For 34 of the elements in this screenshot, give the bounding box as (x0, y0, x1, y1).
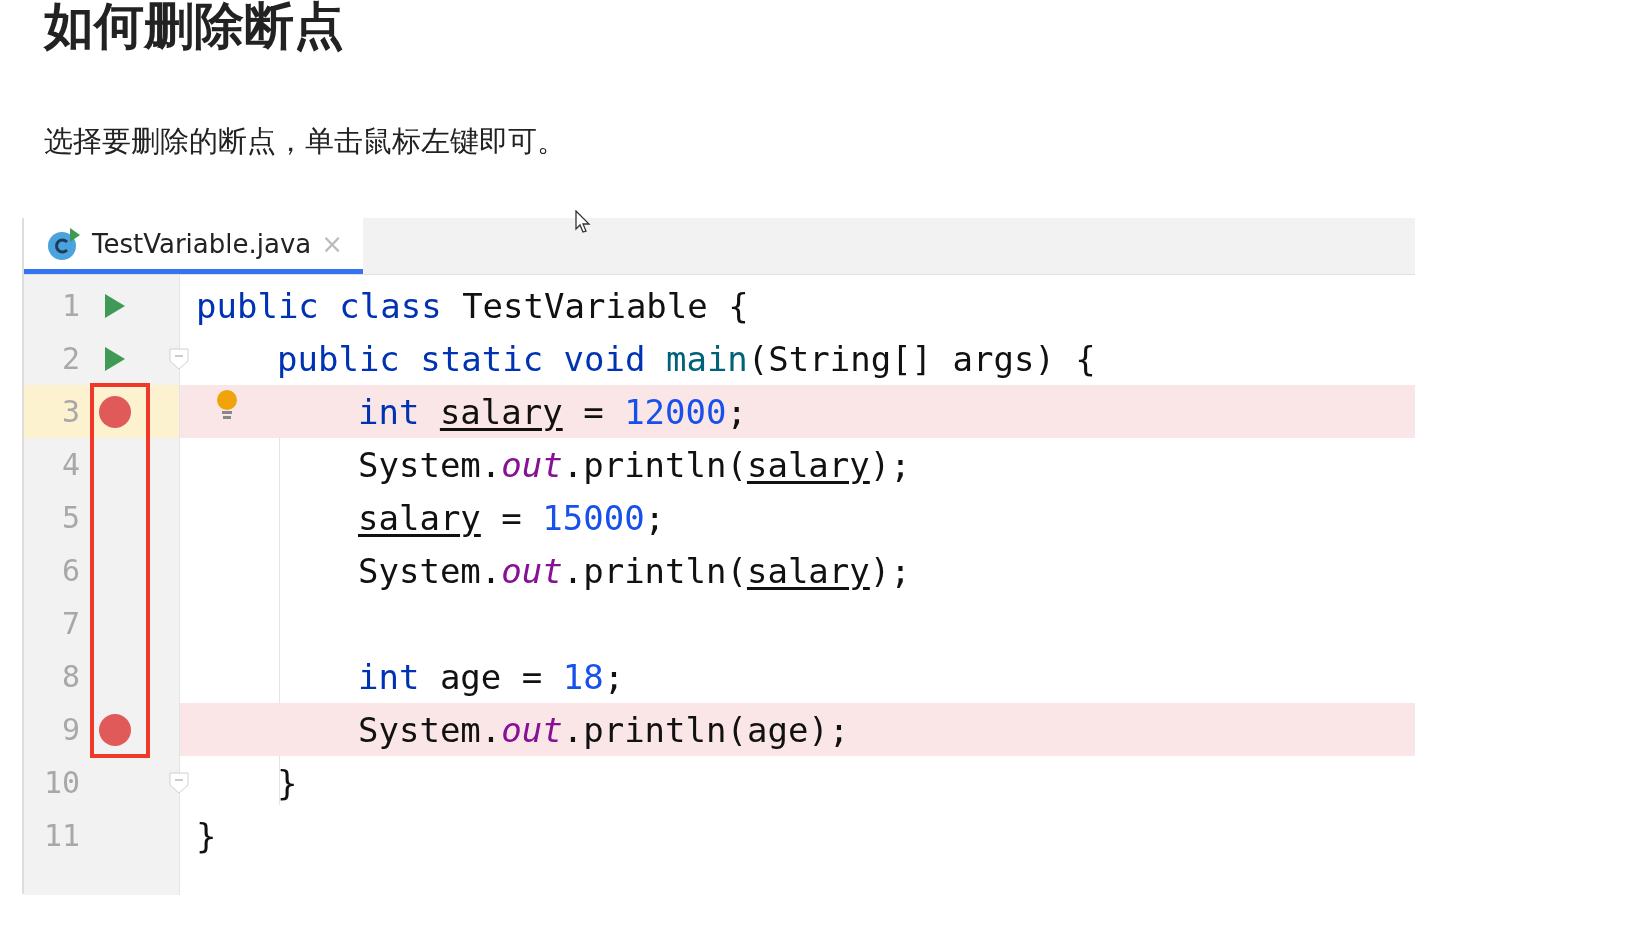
line-number: 11 (42, 818, 80, 853)
fold-icon[interactable] (169, 771, 189, 794)
breakpoint-icon[interactable] (99, 395, 131, 428)
line-number: 10 (42, 765, 80, 800)
page-title: 如何删除断点 (44, 0, 344, 56)
code-line: public class TestVariable { (196, 285, 749, 326)
code-line: int salary = 12000; (358, 391, 747, 432)
line-number: 6 (60, 553, 80, 588)
tab-label: TestVariable.java (92, 228, 312, 259)
line-number: 3 (60, 394, 80, 429)
breakpoint-icon[interactable] (99, 713, 131, 746)
java-class-icon (46, 225, 82, 262)
code-line: } (196, 815, 217, 856)
line-number: 8 (60, 659, 80, 694)
code-line: System.out.println(salary); (358, 444, 911, 485)
line-number: 5 (60, 500, 80, 535)
run-icon[interactable] (105, 346, 125, 371)
code-line: int age = 18; (358, 656, 625, 697)
line-number: 9 (60, 712, 80, 747)
code-line: } (277, 762, 298, 803)
mouse-pointer-icon (575, 210, 591, 234)
instruction-text: 选择要删除的断点，单击鼠标左键即可。 (44, 123, 566, 160)
code-line: salary = 15000; (358, 497, 666, 538)
code-line: System.out.println(salary); (358, 550, 911, 591)
lightbulb-icon[interactable] (216, 389, 238, 421)
line-number: 1 (60, 288, 80, 323)
line-number: 4 (60, 447, 80, 482)
run-icon[interactable] (105, 293, 125, 318)
fold-icon[interactable] (169, 347, 189, 370)
code-line: public static void main(String[] args) { (277, 338, 1096, 379)
file-tab[interactable]: TestVariable.java × (24, 218, 363, 274)
code-line: System.out.println(age); (358, 709, 850, 750)
line-number: 7 (60, 606, 80, 641)
line-number: 2 (60, 341, 80, 376)
